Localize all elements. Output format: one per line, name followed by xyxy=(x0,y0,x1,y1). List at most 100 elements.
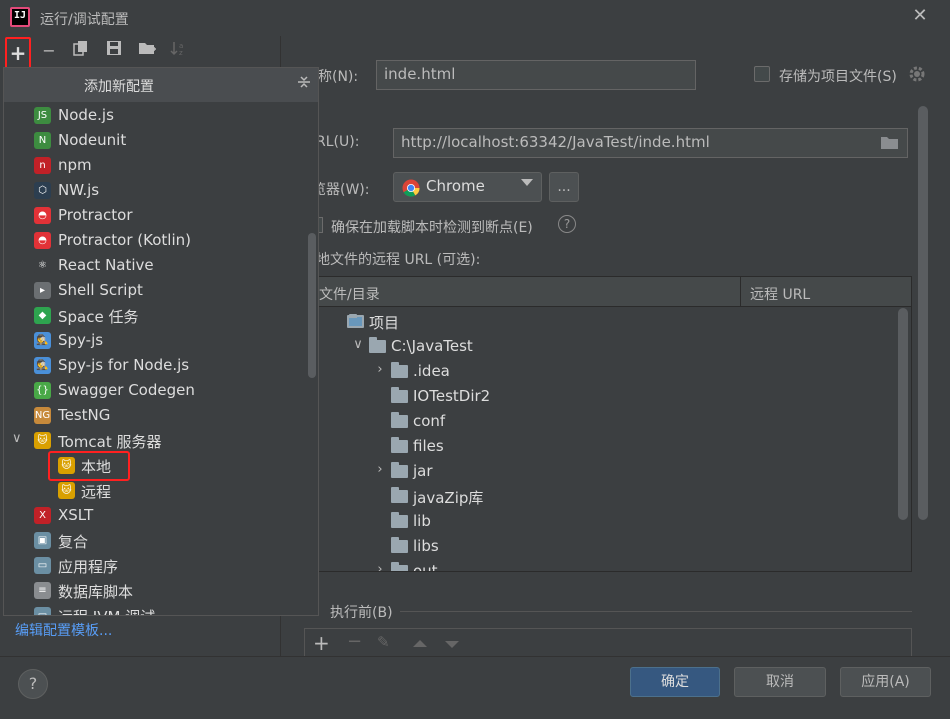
tree-row-label: javaZip库 xyxy=(413,489,484,507)
folder-icon xyxy=(391,512,408,528)
config-type-database[interactable]: ≡ 数据库脚本 xyxy=(4,578,304,603)
config-type-shell[interactable]: ▸ Shell Script xyxy=(4,278,304,303)
config-type-tomcat-remote[interactable]: 🐱 远程 xyxy=(4,478,304,503)
add-configuration-button[interactable]: + xyxy=(5,37,31,71)
svg-text:z: z xyxy=(179,49,183,56)
browse-folder-icon[interactable] xyxy=(880,134,900,152)
close-button[interactable]: ✕ xyxy=(910,6,930,26)
section-divider xyxy=(400,611,912,612)
move-down-icon[interactable] xyxy=(445,641,459,648)
config-type-swagger[interactable]: {} Swagger Codegen xyxy=(4,378,304,403)
config-type-compound[interactable]: ▣ 复合 xyxy=(4,528,304,553)
xslt-icon: X xyxy=(34,507,51,524)
add-task-button[interactable]: + xyxy=(313,631,330,655)
gear-icon[interactable] xyxy=(907,64,927,84)
project-icon xyxy=(347,314,364,328)
config-type-protractor[interactable]: ◓ Protractor xyxy=(4,203,304,228)
config-type-nwjs[interactable]: ⬡ NW.js xyxy=(4,178,304,203)
config-type-npm[interactable]: n npm xyxy=(4,153,304,178)
browser-label: 览器(W): xyxy=(312,182,370,198)
sort-icon: az xyxy=(170,42,183,57)
config-type-label: Protractor (Kotlin) xyxy=(58,231,191,249)
config-type-label: 复合 xyxy=(58,533,89,551)
sort-button[interactable]: az xyxy=(168,40,190,62)
save-configuration-button[interactable] xyxy=(103,40,125,62)
browser-select[interactable]: Chrome xyxy=(393,172,542,202)
tree-row[interactable]: › .idea xyxy=(317,359,897,384)
folder-icon xyxy=(391,537,408,553)
tree-row[interactable]: files xyxy=(317,434,897,459)
config-type-label: npm xyxy=(58,156,92,174)
tree-row[interactable]: IOTestDir2 xyxy=(317,384,897,409)
help-circle-icon[interactable]: ? xyxy=(558,215,576,233)
cancel-button[interactable]: 取消 xyxy=(734,667,826,697)
config-type-nodejs[interactable]: JS Node.js xyxy=(4,103,304,128)
browser-value: Chrome xyxy=(426,177,485,195)
help-button[interactable]: ? xyxy=(18,669,48,699)
config-type-nodeunit[interactable]: N Nodeunit xyxy=(4,128,304,153)
chevron-right-icon[interactable]: › xyxy=(373,362,387,377)
folder-icon xyxy=(391,487,408,503)
config-type-label: Protractor xyxy=(58,206,133,224)
url-input[interactable]: http://localhost:63342/JavaTest/inde.htm… xyxy=(393,128,908,158)
config-type-remote-jvm[interactable]: ▭ 远程 JVM 调试 xyxy=(4,603,304,615)
column-header-file[interactable]: 文件/目录 xyxy=(319,284,380,304)
tree-row[interactable]: javaZip库 xyxy=(317,484,897,509)
copy-configuration-button[interactable] xyxy=(70,40,92,62)
remove-task-button[interactable]: − xyxy=(347,631,362,652)
apply-button[interactable]: 应用(A) xyxy=(840,667,931,697)
tree-row[interactable]: 项目 xyxy=(317,309,897,334)
tree-row[interactable]: ∨ C:\JavaTest xyxy=(317,334,897,359)
config-type-react[interactable]: ⚛ React Native xyxy=(4,253,304,278)
remove-configuration-button[interactable]: − xyxy=(38,40,60,62)
tree-row[interactable]: lib xyxy=(317,509,897,534)
collapse-all-icon[interactable] xyxy=(295,74,313,94)
folder-icon xyxy=(391,462,408,478)
config-type-protractor-kotlin[interactable]: ◓ Protractor (Kotlin) xyxy=(4,228,304,253)
config-type-xslt[interactable]: X XSLT xyxy=(4,503,304,528)
move-into-folder-button[interactable] xyxy=(136,40,158,62)
config-type-label: 数据库脚本 xyxy=(58,583,134,601)
tree-row[interactable]: › out xyxy=(317,559,897,571)
compound-icon: ▣ xyxy=(34,532,51,549)
move-up-icon[interactable] xyxy=(413,640,427,647)
config-type-spyjs-node[interactable]: 🕵 Spy-js for Node.js xyxy=(4,353,304,378)
chevron-right-icon[interactable]: › xyxy=(373,562,387,571)
folder-icon xyxy=(391,412,408,428)
tree-row-label: conf xyxy=(413,412,446,430)
config-type-tomcat[interactable]: ∨ 🐱 Tomcat 服务器 xyxy=(4,428,304,453)
database-icon: ≡ xyxy=(34,582,51,599)
browser-options-button[interactable]: ... xyxy=(549,172,579,202)
folder-icon xyxy=(369,337,386,353)
store-as-project-file-checkbox[interactable] xyxy=(754,66,770,82)
config-type-label: 远程 JVM 调试 xyxy=(58,606,155,615)
popup-scrollbar[interactable] xyxy=(308,233,316,378)
ok-button[interactable]: 确定 xyxy=(630,667,720,697)
chevron-right-icon[interactable]: › xyxy=(373,462,387,477)
column-divider xyxy=(740,277,741,307)
form-scrollbar[interactable] xyxy=(918,106,928,520)
shell-icon: ▸ xyxy=(34,282,51,299)
folder-icon xyxy=(391,387,408,403)
chevron-down-icon[interactable]: ∨ xyxy=(351,337,365,352)
tree-row[interactable]: conf xyxy=(317,409,897,434)
edit-templates-link[interactable]: 编辑配置模板... xyxy=(15,620,112,640)
config-toolbar: + − az xyxy=(0,36,300,71)
tree-row[interactable]: libs xyxy=(317,534,897,559)
column-header-remote-url[interactable]: 远程 URL xyxy=(750,284,810,304)
config-type-application[interactable]: ▭ 应用程序 xyxy=(4,553,304,578)
expand-arrow-icon[interactable]: ∨ xyxy=(12,431,22,446)
chrome-icon xyxy=(402,179,420,197)
name-input[interactable]: inde.html xyxy=(376,60,696,90)
tree-row[interactable]: › jar xyxy=(317,459,897,484)
config-type-spyjs[interactable]: 🕵 Spy-js xyxy=(4,328,304,353)
tree-scrollbar[interactable] xyxy=(898,308,908,520)
config-type-space[interactable]: ◆ Space 任务 xyxy=(4,303,304,328)
before-launch-toolbar: + − ✎ xyxy=(304,628,912,656)
npm-icon: n xyxy=(34,157,51,174)
config-type-testng[interactable]: NG TestNG xyxy=(4,403,304,428)
config-type-label: Tomcat 服务器 xyxy=(58,433,162,451)
config-type-label: 应用程序 xyxy=(58,558,119,576)
edit-task-button[interactable]: ✎ xyxy=(377,633,390,651)
tree-row-label: .idea xyxy=(413,362,450,380)
